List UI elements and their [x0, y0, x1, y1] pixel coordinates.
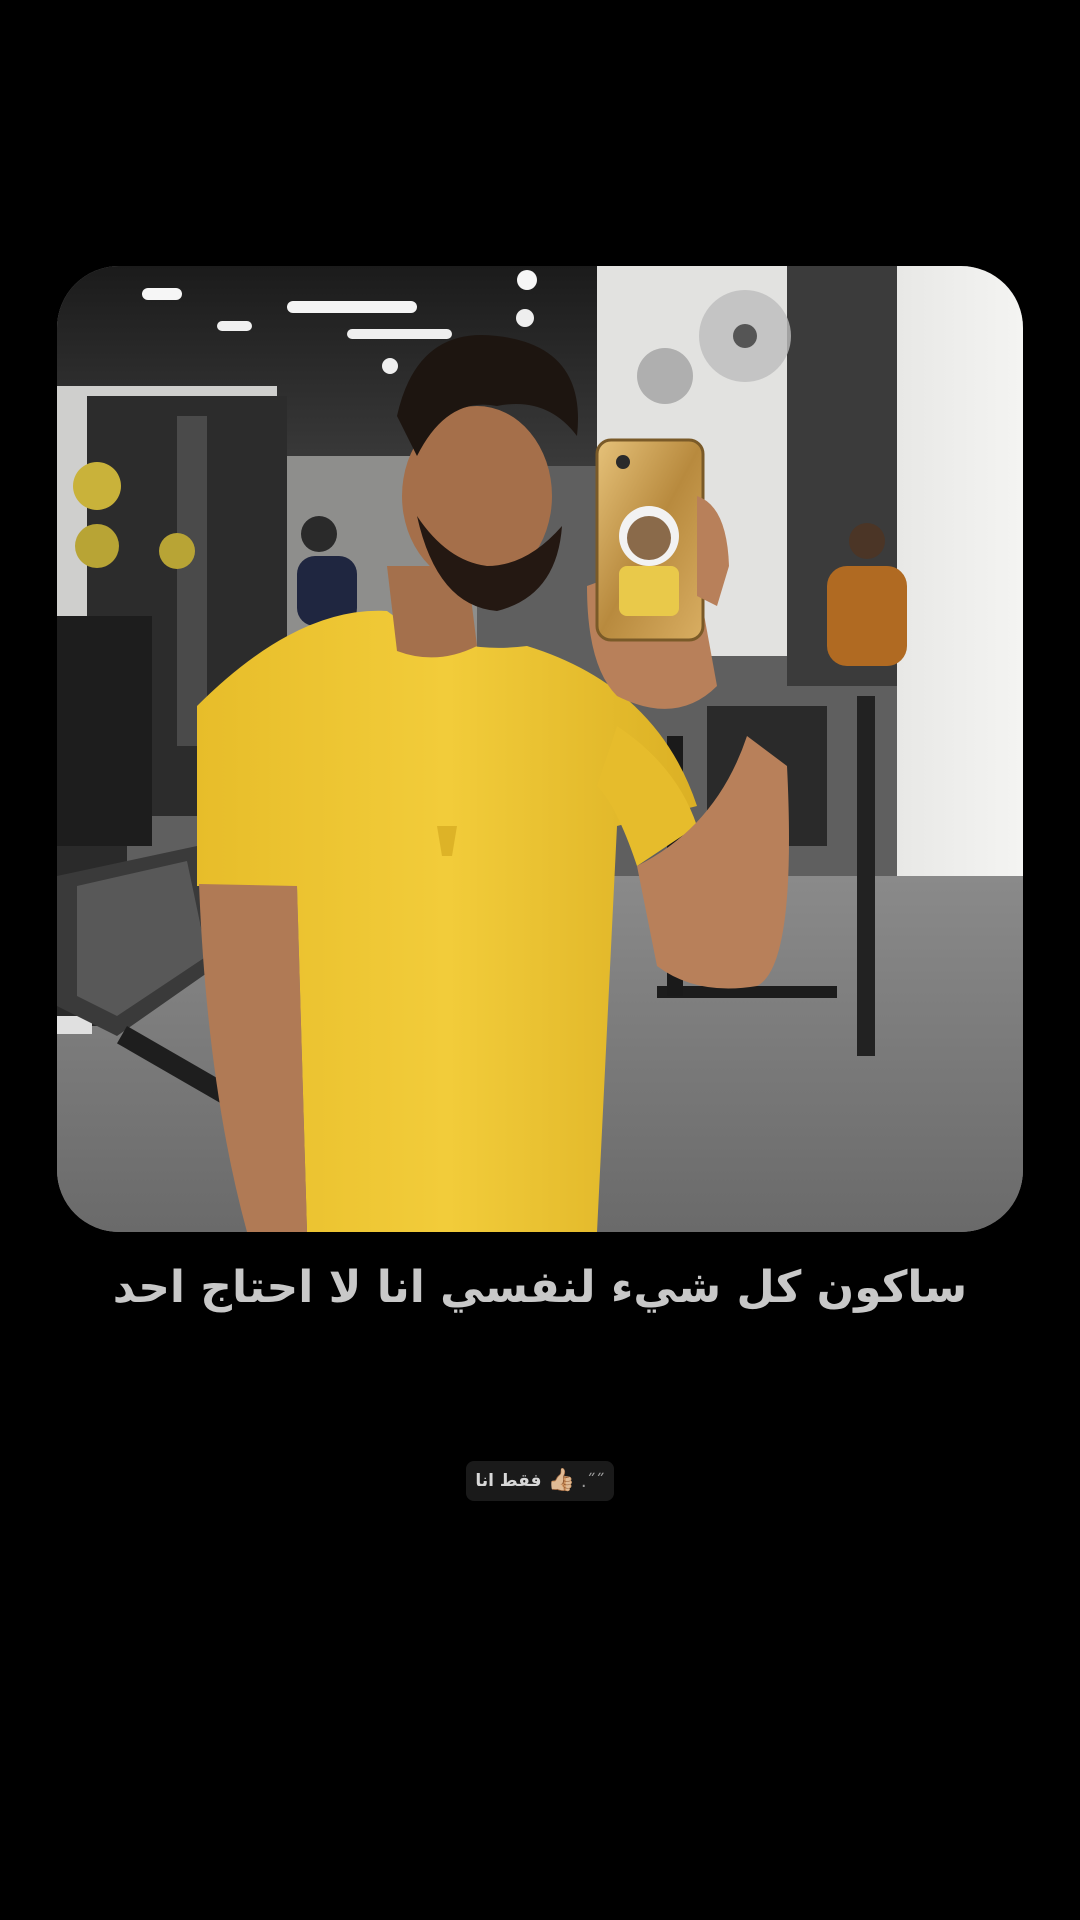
text-sticker[interactable]: فقط انا 👍🏼 ˝˝. [466, 1461, 614, 1501]
sticker-label: فقط انا [475, 1471, 542, 1491]
gym-selfie-image [57, 266, 1023, 1232]
thumbs-up-icon: 👍🏼 [547, 1468, 575, 1493]
story-screen: ساكون كل شيء لنفسي انا لا احتاج احد فقط … [0, 0, 1080, 1920]
photo-card[interactable] [57, 266, 1023, 1232]
sticker-trail: ˝˝. [580, 1470, 605, 1492]
story-caption: ساكون كل شيء لنفسي انا لا احتاج احد [112, 1262, 968, 1313]
